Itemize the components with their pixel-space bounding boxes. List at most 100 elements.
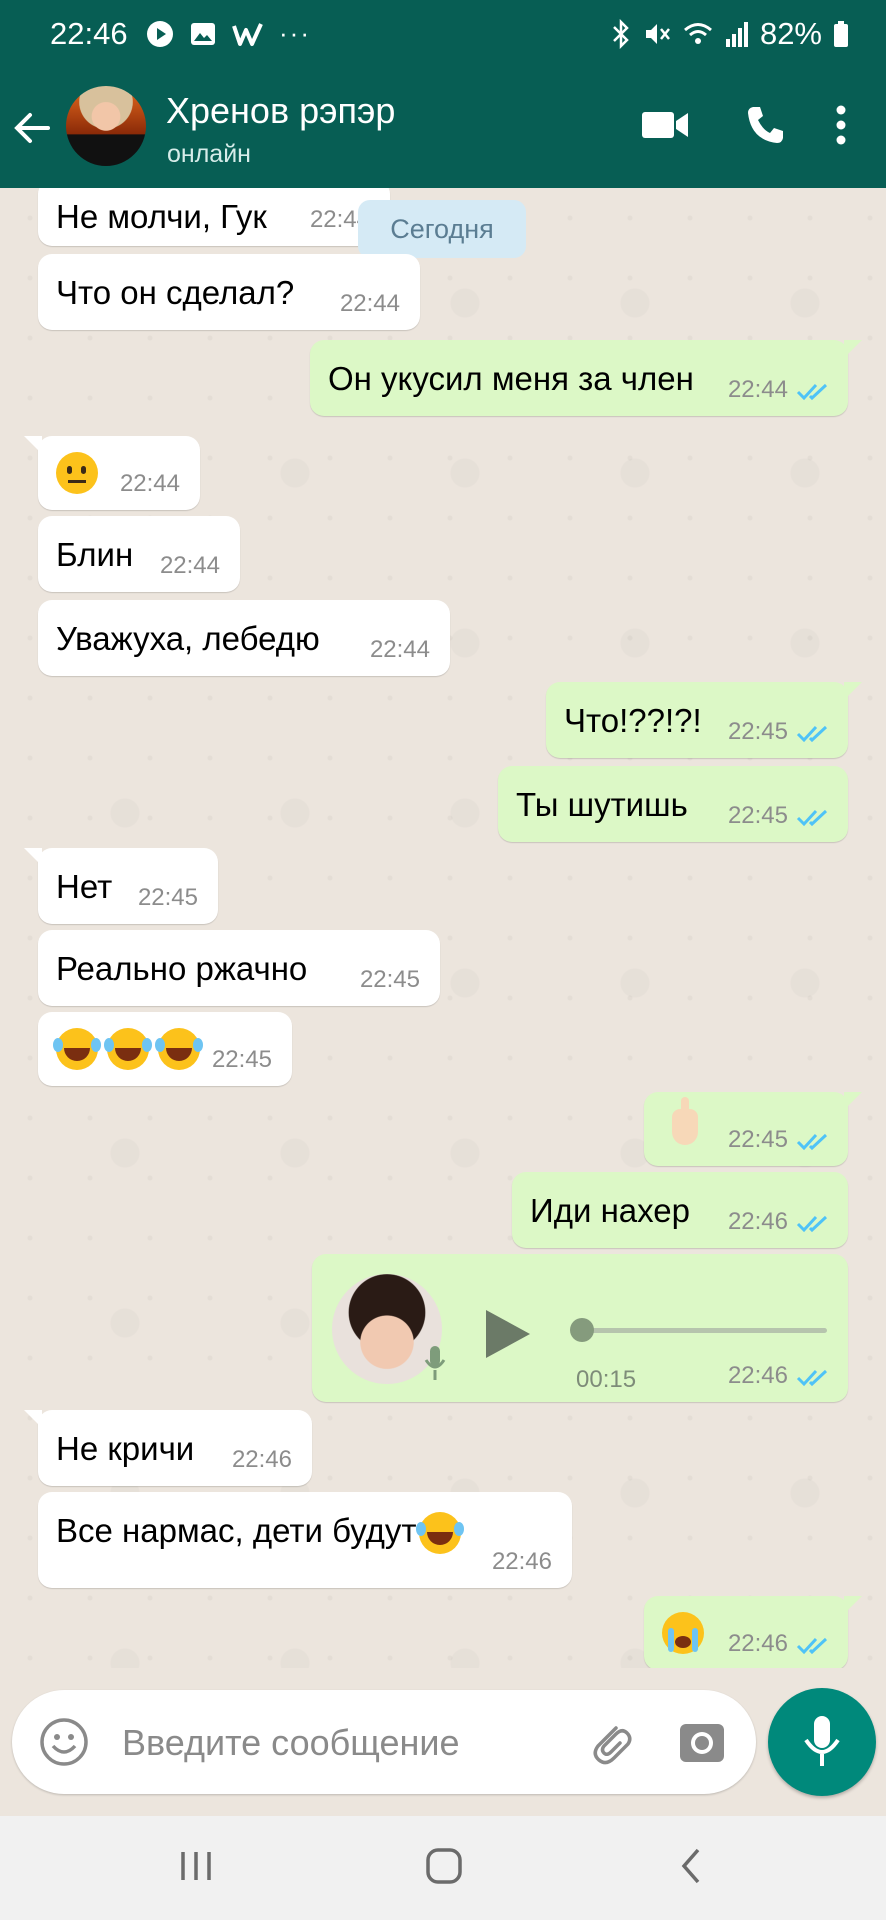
system-icons: 82% <box>610 16 850 52</box>
bubble-tail <box>844 1092 862 1110</box>
contact-name[interactable]: Хренов рэпэр <box>166 90 395 132</box>
message-bubble[interactable]: Не молчи, Гук 22:44 <box>38 188 390 246</box>
w-app-icon <box>232 22 263 46</box>
message-bubble[interactable]: Уважуха, лебедю 22:44 <box>38 600 450 676</box>
message-text: Он укусил меня за член <box>328 360 694 397</box>
date-separator: Сегодня <box>358 200 526 258</box>
tears-of-joy-emoji <box>53 1028 98 1071</box>
battery-percent: 82% <box>759 16 822 51</box>
message-time: 22:45 <box>211 1046 272 1073</box>
signal-icon <box>725 22 748 47</box>
play-icon[interactable] <box>482 1306 534 1362</box>
message-text: Иди нахер <box>530 1192 690 1229</box>
status-bar: 22:46 ··· 82% <box>0 0 886 68</box>
battery-icon <box>834 21 848 47</box>
contact-status: онлайн <box>167 140 251 168</box>
youtube-play-icon <box>147 20 173 47</box>
message-time: 22:44 <box>159 552 220 579</box>
message-bubble[interactable]: Что он сделал? 22:44 <box>38 254 420 330</box>
bubble-tail <box>844 682 862 700</box>
read-receipt-icon <box>796 1637 828 1655</box>
record-voice-button[interactable] <box>768 1688 876 1796</box>
message-text: Нет <box>56 868 113 905</box>
message-time: 22:46 <box>491 1548 552 1575</box>
message-bubble[interactable]: Что!??!?! 22:45 <box>546 682 862 758</box>
message-time: 22:46 <box>727 1630 788 1657</box>
read-receipt-icon <box>796 1369 828 1387</box>
bubble-tail <box>24 436 42 454</box>
emoji-icon[interactable] <box>38 1716 90 1768</box>
message-bubble[interactable]: Он укусил меня за член 22:44 <box>310 340 862 416</box>
message-bubble[interactable]: Не кричи 22:46 <box>24 1410 312 1486</box>
tears-of-joy-emoji <box>155 1028 201 1071</box>
message-text: Блин <box>56 536 134 573</box>
message-text: Уважуха, лебедю <box>56 620 320 657</box>
back-nav-icon[interactable] <box>676 1846 706 1886</box>
more-notifications-icon: ··· <box>279 18 311 48</box>
message-time: 22:46 <box>231 1446 292 1473</box>
wifi-icon <box>683 23 712 44</box>
read-receipt-icon <box>796 809 828 827</box>
message-text: Не кричи <box>56 1430 195 1467</box>
gallery-icon <box>191 22 215 45</box>
system-navigation-bar <box>0 1816 886 1920</box>
message-bubble[interactable]: 22:45 <box>644 1092 862 1166</box>
message-bubble[interactable]: 22:46 <box>644 1596 862 1668</box>
read-receipt-icon <box>796 1215 828 1233</box>
voice-progress-track[interactable] <box>577 1328 827 1333</box>
camera-icon[interactable] <box>678 1718 726 1766</box>
tears-of-joy-emoji <box>104 1028 150 1071</box>
message-text: Что!??!?! <box>564 702 702 739</box>
attach-icon[interactable] <box>586 1718 636 1768</box>
message-bubble[interactable]: Нет 22:45 <box>24 848 218 924</box>
read-receipt-icon <box>796 1133 828 1151</box>
message-bubble[interactable]: 22:45 <box>38 1012 292 1086</box>
contact-avatar[interactable] <box>66 86 146 166</box>
back-arrow-icon[interactable] <box>12 108 52 148</box>
voice-duration: 00:15 <box>576 1366 637 1393</box>
home-icon[interactable] <box>424 1846 464 1886</box>
message-time: 22:45 <box>727 718 788 745</box>
microphone-icon <box>424 1346 446 1380</box>
voice-message[interactable]: 00:15 22:46 <box>312 1254 848 1402</box>
more-options-icon[interactable] <box>834 104 848 146</box>
message-text: Что он сделал? <box>56 274 295 311</box>
message-time: 22:44 <box>119 470 180 497</box>
bubble-tail <box>844 1596 862 1614</box>
message-bubble[interactable]: 22:44 <box>24 436 200 510</box>
mute-icon <box>645 24 670 44</box>
message-text: Реально ржачно <box>56 950 308 987</box>
voice-call-icon[interactable] <box>744 104 786 146</box>
message-text: Все нармас, дети будут <box>56 1512 417 1549</box>
message-time: 22:45 <box>137 884 198 911</box>
chat-area[interactable]: Не молчи, Гук 22:44 Сегодня Что он сдела… <box>0 188 886 1668</box>
message-bubble[interactable]: Реально ржачно 22:45 <box>38 930 440 1006</box>
message-time: 22:44 <box>339 290 400 317</box>
bluetooth-icon <box>613 19 629 49</box>
chat-header: Хренов рэпэр онлайн <box>0 68 886 188</box>
read-receipt-icon <box>796 383 828 401</box>
voice-progress-knob[interactable] <box>570 1318 594 1342</box>
recent-apps-icon[interactable] <box>178 1846 214 1886</box>
read-receipt-icon <box>796 725 828 743</box>
notification-icons: ··· <box>145 18 311 49</box>
message-text: Ты шутишь <box>516 786 688 823</box>
message-bubble[interactable]: Все нармас, дети будут 22:46 <box>38 1492 572 1588</box>
message-time: 22:45 <box>727 802 788 829</box>
message-bubble[interactable]: Ты шутишь 22:45 <box>498 766 848 842</box>
bubble-tail <box>24 1410 42 1428</box>
message-time: 22:44 <box>369 636 430 663</box>
message-time: 22:45 <box>359 966 420 993</box>
message-text-row: Все нармас, дети будут <box>56 1512 461 1555</box>
bubble-tail <box>24 848 42 866</box>
message-bubble[interactable]: Блин 22:44 <box>38 516 240 592</box>
video-call-icon[interactable] <box>640 108 690 142</box>
message-bubble[interactable]: Иди нахер 22:46 <box>512 1172 848 1248</box>
bubble-tail <box>844 340 862 358</box>
middle-finger-emoji <box>672 1097 698 1146</box>
message-time: 22:45 <box>727 1126 788 1153</box>
message-composer <box>12 1690 756 1794</box>
message-time: 22:46 <box>727 1362 788 1389</box>
tears-of-joy-emoji <box>415 1512 461 1555</box>
message-input[interactable] <box>120 1704 554 1782</box>
